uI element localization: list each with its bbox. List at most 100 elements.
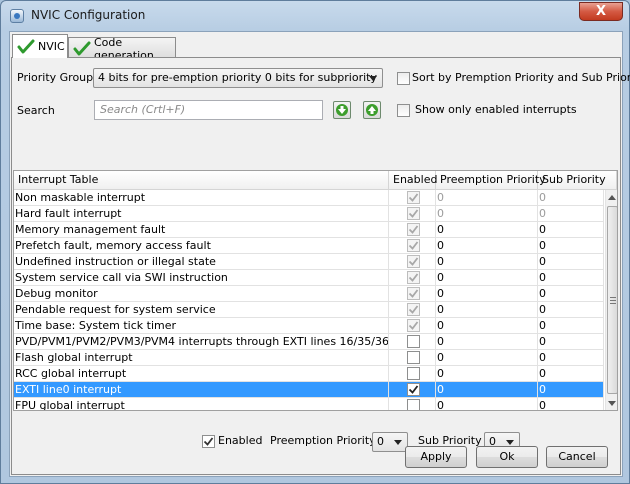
green-check-icon (17, 39, 35, 55)
preemption-priority-cell[interactable]: 0 (436, 366, 538, 382)
enabled-cell[interactable] (389, 398, 436, 410)
checkmark-icon (408, 321, 419, 330)
sub-priority-cell[interactable]: 0 (538, 366, 604, 382)
scroll-down-icon[interactable] (608, 401, 616, 406)
sub-priority-cell[interactable]: 0 (538, 270, 604, 286)
table-row[interactable]: System service call via SWI instruction 0… (14, 270, 604, 286)
enabled-cell[interactable] (389, 286, 436, 302)
sub-priority-cell[interactable]: 0 (538, 286, 604, 302)
preemption-priority-cell[interactable]: 0 (436, 238, 538, 254)
enabled-cell[interactable] (389, 302, 436, 318)
enabled-cell[interactable] (389, 350, 436, 366)
sub-priority-cell[interactable]: 0 (538, 302, 604, 318)
table-row[interactable]: Undefined instruction or illegal state 0 0 (14, 254, 604, 270)
grip-line (610, 303, 616, 304)
enabled-cell[interactable] (389, 238, 436, 254)
sub-priority-cell[interactable]: 0 (538, 334, 604, 350)
table-scrollbar[interactable] (605, 190, 617, 410)
table-row[interactable]: Pendable request for system service 0 0 (14, 302, 604, 318)
search-next-button[interactable] (333, 101, 351, 119)
enabled-cell[interactable] (389, 382, 436, 398)
preemption-priority-cell[interactable]: 0 (436, 270, 538, 286)
preemption-priority-cell[interactable]: 0 (436, 254, 538, 270)
preemption-priority-cell[interactable]: 0 (436, 190, 538, 206)
enabled-checkbox[interactable] (407, 367, 420, 380)
enabled-checkbox (407, 207, 420, 220)
preemption-priority-cell[interactable]: 0 (436, 398, 538, 410)
scrollbar-thumb[interactable] (607, 206, 617, 394)
tab-nvic[interactable]: NVIC (12, 34, 68, 58)
table-row[interactable]: Time base: System tick timer 0 0 (14, 318, 604, 334)
bottom-enabled-checkbox[interactable] (202, 435, 215, 448)
table-row[interactable]: Prefetch fault, memory access fault 0 0 (14, 238, 604, 254)
enabled-checkbox (407, 223, 420, 236)
search-previous-button[interactable] (363, 101, 381, 119)
apply-button[interactable]: Apply (405, 446, 467, 468)
sub-priority-cell[interactable]: 0 (538, 238, 604, 254)
enabled-cell[interactable] (389, 206, 436, 222)
cancel-button[interactable]: Cancel (546, 446, 608, 468)
interrupt-name-cell: Prefetch fault, memory access fault (14, 238, 389, 254)
enabled-cell[interactable] (389, 190, 436, 206)
preemption-priority-cell[interactable]: 0 (436, 334, 538, 350)
sub-priority-cell[interactable]: 0 (538, 318, 604, 334)
checkmark-icon (203, 437, 214, 446)
enabled-cell[interactable] (389, 270, 436, 286)
enabled-cell[interactable] (389, 254, 436, 270)
enabled-cell[interactable] (389, 366, 436, 382)
sub-priority-cell[interactable]: 0 (538, 382, 604, 398)
sub-priority-cell[interactable]: 0 (538, 190, 604, 206)
bottom-preemption-select[interactable]: 0 (372, 432, 408, 452)
sub-priority-cell[interactable]: 0 (538, 350, 604, 366)
scroll-up-icon[interactable] (608, 195, 616, 200)
preemption-priority-cell[interactable]: 0 (436, 222, 538, 238)
enabled-checkbox (407, 191, 420, 204)
column-header-interrupt[interactable]: Interrupt Table (14, 171, 389, 190)
enabled-checkbox (407, 319, 420, 332)
enabled-checkbox (407, 287, 420, 300)
table-row[interactable]: Memory management fault 0 0 (14, 222, 604, 238)
preemption-priority-cell[interactable]: 0 (436, 318, 538, 334)
enabled-cell[interactable] (389, 222, 436, 238)
sub-priority-cell[interactable]: 0 (538, 398, 604, 410)
enabled-checkbox[interactable] (407, 351, 420, 364)
preemption-priority-cell[interactable]: 0 (436, 286, 538, 302)
nvic-tab-panel: Priority Group 4 bits for pre-emption pr… (11, 57, 630, 475)
preemption-priority-cell[interactable]: 0 (436, 206, 538, 222)
enabled-checkbox[interactable] (407, 399, 420, 410)
bottom-preemption-value: 0 (377, 435, 384, 448)
column-header-sub[interactable]: Sub Priority (538, 171, 617, 190)
column-header-preemption[interactable]: Preemption Priority (436, 171, 546, 190)
preemption-priority-cell[interactable]: 0 (436, 382, 538, 398)
preemption-priority-cell[interactable]: 0 (436, 302, 538, 318)
preemption-priority-cell[interactable]: 0 (436, 350, 538, 366)
enabled-checkbox (407, 271, 420, 284)
ok-button[interactable]: Ok (476, 446, 538, 468)
priority-group-select[interactable]: 4 bits for pre-emption priority 0 bits f… (93, 68, 383, 88)
enabled-checkbox[interactable] (407, 335, 420, 348)
sub-priority-cell[interactable]: 0 (538, 222, 604, 238)
table-row[interactable]: EXTI line0 interrupt 0 0 (14, 382, 604, 398)
checkmark-icon (408, 225, 419, 234)
table-row[interactable]: Flash global interrupt 0 0 (14, 350, 604, 366)
column-header-enabled[interactable]: Enabled (389, 171, 437, 190)
show-enabled-checkbox[interactable] (397, 104, 410, 117)
sub-priority-cell[interactable]: 0 (538, 254, 604, 270)
sub-priority-cell[interactable]: 0 (538, 206, 604, 222)
enabled-cell[interactable] (389, 334, 436, 350)
table-row[interactable]: Non maskable interrupt 0 0 (14, 190, 604, 206)
enabled-checkbox[interactable] (407, 383, 420, 396)
table-row[interactable]: RCC global interrupt 0 0 (14, 366, 604, 382)
search-input[interactable]: Search (Crtl+F) (94, 100, 323, 120)
tab-code-generation[interactable]: Code generation (68, 36, 176, 62)
close-button[interactable]: X (579, 2, 623, 21)
table-row[interactable]: Debug monitor 0 0 (14, 286, 604, 302)
table-row[interactable]: Hard fault interrupt 0 0 (14, 206, 604, 222)
sort-priority-checkbox[interactable] (397, 72, 410, 85)
table-row[interactable]: FPU global interrupt 0 0 (14, 398, 604, 410)
bottom-enabled-label: Enabled (218, 434, 263, 447)
table-row[interactable]: PVD/PVM1/PVM2/PVM3/PVM4 interrupts throu… (14, 334, 604, 350)
enabled-cell[interactable] (389, 318, 436, 334)
title-bar[interactable]: NVIC Configuration X (1, 1, 629, 31)
interrupt-name-cell: EXTI line0 interrupt (14, 382, 389, 398)
